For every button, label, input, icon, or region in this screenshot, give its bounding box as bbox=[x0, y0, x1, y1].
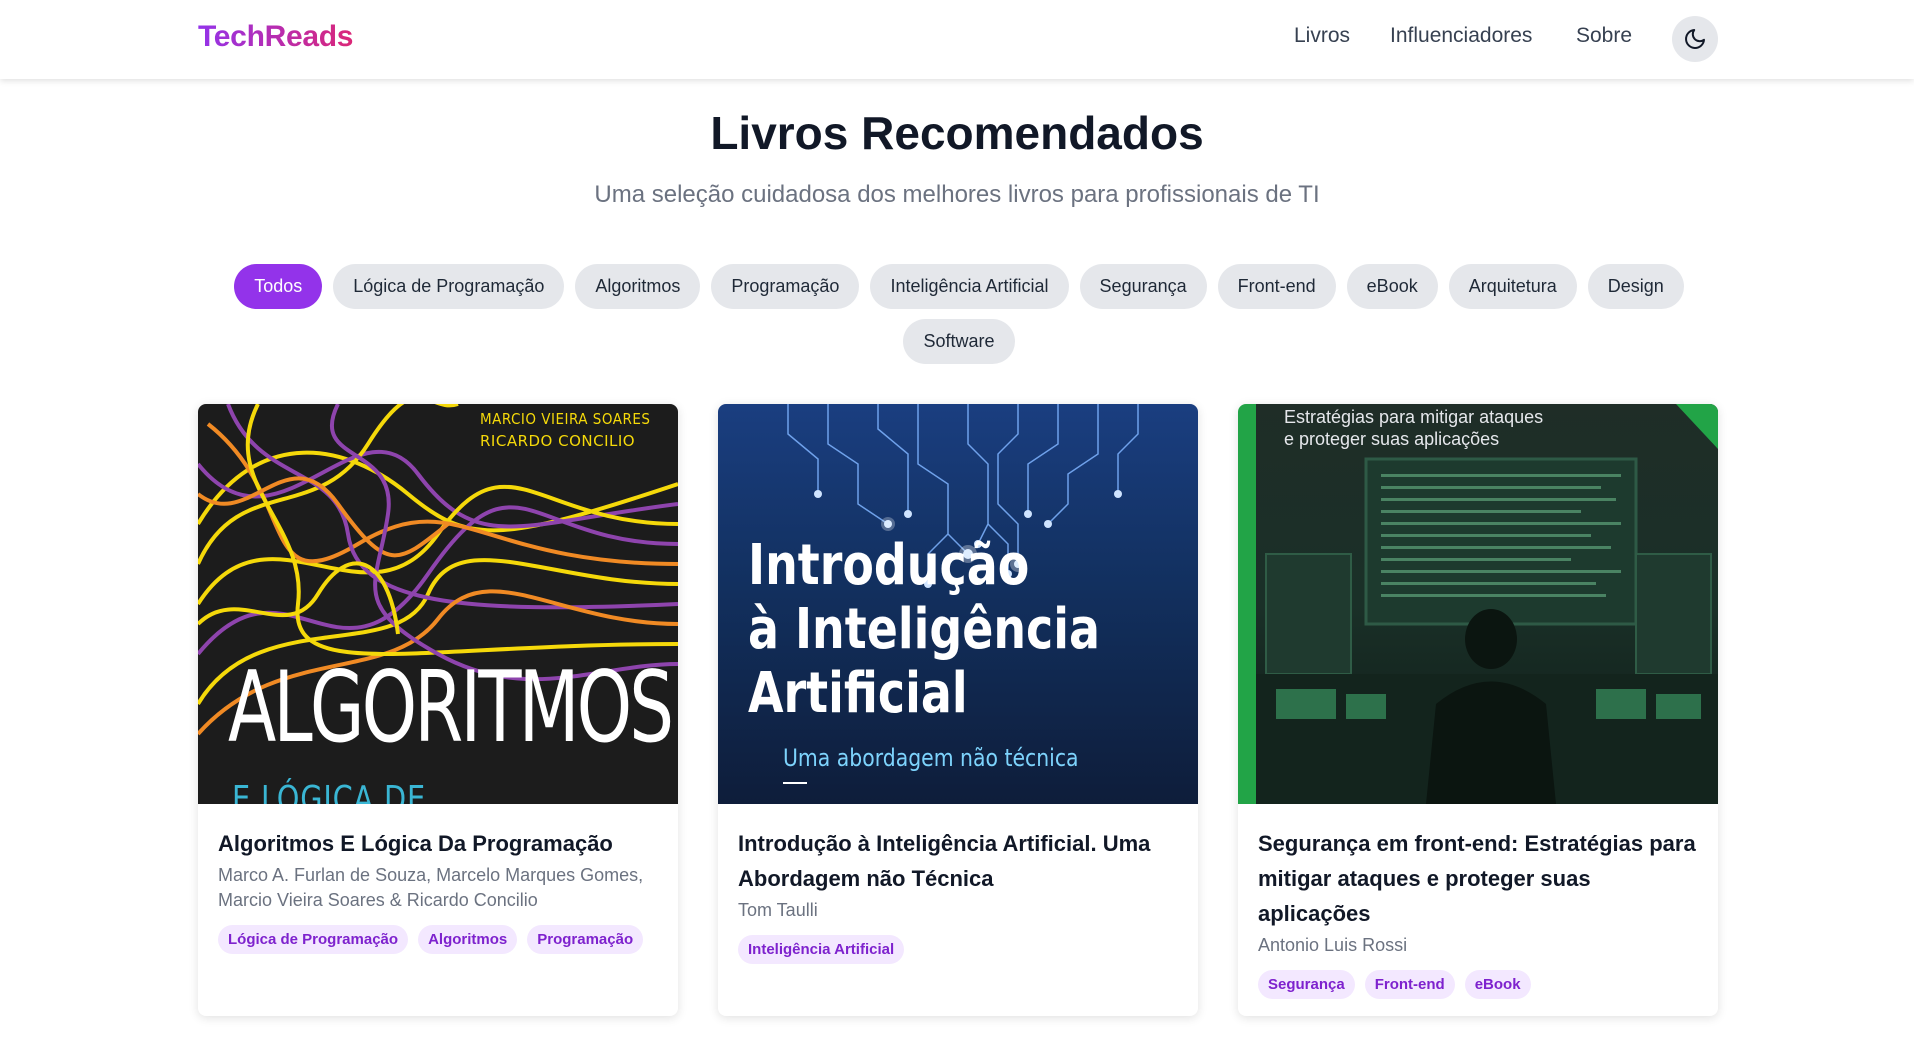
nav-link-sobre[interactable]: Sobre bbox=[1576, 24, 1632, 48]
book-cover-image: Estratégias para mitigar ataques e prote… bbox=[1238, 404, 1718, 804]
nav-link-livros[interactable]: Livros bbox=[1294, 24, 1350, 48]
book-card[interactable]: Estratégias para mitigar ataques e prote… bbox=[1238, 404, 1718, 1016]
cover-title: ALGORITMOS bbox=[228, 651, 674, 765]
page-title: Livros Recomendados bbox=[710, 107, 1204, 159]
cover-text: Estratégias para mitigar ataques e prote… bbox=[1284, 406, 1543, 450]
moon-icon bbox=[1685, 29, 1705, 49]
brand-logo[interactable]: TechReads bbox=[198, 20, 353, 54]
cover-title-line-2: à Inteligência bbox=[748, 597, 1100, 662]
book-tags: Segurança Front-end eBook bbox=[1258, 970, 1698, 999]
book-tags: Lógica de Programação Algoritmos Program… bbox=[218, 925, 658, 954]
filter-design[interactable]: Design bbox=[1587, 264, 1684, 309]
book-card[interactable]: Introdução à Inteligência Artificial Uma… bbox=[718, 404, 1198, 1016]
cover-title-line-3: Artificial bbox=[748, 661, 968, 726]
cover-subtitle: Uma abordagem não técnica bbox=[783, 744, 1079, 772]
nav-link-influenciadores[interactable]: Influenciadores bbox=[1390, 24, 1532, 48]
book-cover-image: Introdução à Inteligência Artificial Uma… bbox=[718, 404, 1198, 804]
cover-author-1: MARCIO VIEIRA SOARES bbox=[480, 410, 651, 428]
cover-title: Introdução à Inteligência Artificial bbox=[748, 534, 1100, 726]
filter-ebook[interactable]: eBook bbox=[1346, 264, 1438, 309]
filter-front-end[interactable]: Front-end bbox=[1217, 264, 1336, 309]
filter-software[interactable]: Software bbox=[903, 319, 1015, 364]
book-title[interactable]: Algoritmos E Lógica Da Programação bbox=[218, 826, 658, 861]
book-title[interactable]: Introdução à Inteligência Artificial. Um… bbox=[738, 826, 1178, 896]
filter-logica-de-programacao[interactable]: Lógica de Programação bbox=[333, 264, 565, 309]
cover-subtitle: E LÓGICA DE PROGRAMAÇÃO bbox=[232, 779, 426, 804]
cover-author-2: RICARDO CONCILIO bbox=[480, 432, 636, 450]
book-cover-image: MARCIO VIEIRA SOARES RICARDO CONCILIO AL… bbox=[198, 404, 678, 804]
book-author: Tom Taulli bbox=[738, 900, 818, 920]
filter-algoritmos[interactable]: Algoritmos bbox=[575, 264, 701, 309]
tag-inteligencia-artificial[interactable]: Inteligência Artificial bbox=[738, 935, 905, 964]
tag-front-end[interactable]: Front-end bbox=[1364, 970, 1455, 999]
cover-art bbox=[1256, 404, 1718, 804]
filter-todos[interactable]: Todos bbox=[234, 264, 323, 309]
theme-toggle-button[interactable] bbox=[1672, 16, 1718, 62]
filter-inteligencia-artificial[interactable]: Inteligência Artificial bbox=[870, 264, 1069, 309]
filter-programacao[interactable]: Programação bbox=[711, 264, 860, 309]
filter-seguranca[interactable]: Segurança bbox=[1079, 264, 1207, 309]
book-title[interactable]: Segurança em front-end: Estratégias para… bbox=[1258, 826, 1698, 931]
cover-text-line-1: Estratégias para mitigar ataques bbox=[1284, 407, 1544, 427]
page-subtitle: Uma seleção cuidadosa dos melhores livro… bbox=[594, 181, 1320, 208]
book-author: Marco A. Furlan de Souza, Marcelo Marque… bbox=[218, 865, 644, 910]
book-tags: Inteligência Artificial bbox=[738, 935, 1178, 964]
category-filter-bar: Todos Lógica de Programação Algoritmos P… bbox=[200, 264, 1718, 364]
tag-algoritmos[interactable]: Algoritmos bbox=[418, 925, 518, 954]
tag-ebook[interactable]: eBook bbox=[1464, 970, 1531, 999]
filter-arquitetura[interactable]: Arquitetura bbox=[1448, 264, 1577, 309]
cover-text-line-2: e proteger suas aplicações bbox=[1284, 429, 1500, 449]
cover-title-line-1: Introdução bbox=[748, 533, 1030, 598]
book-card[interactable]: MARCIO VIEIRA SOARES RICARDO CONCILIO AL… bbox=[198, 404, 678, 1016]
tag-logica-de-programacao[interactable]: Lógica de Programação bbox=[218, 925, 409, 954]
tag-seguranca[interactable]: Segurança bbox=[1258, 970, 1355, 999]
book-author: Antonio Luis Rossi bbox=[1258, 935, 1408, 955]
tag-programacao[interactable]: Programação bbox=[527, 925, 644, 954]
top-navbar: TechReads Livros Influenciadores Sobre bbox=[0, 0, 1914, 79]
cover-divider bbox=[783, 782, 807, 784]
